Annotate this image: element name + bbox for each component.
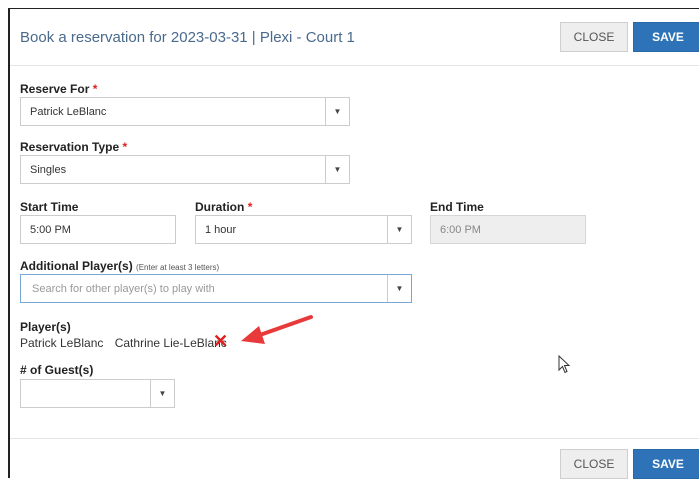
end-time-value: 6:00 PM [440, 223, 481, 236]
reservation-type-value: Singles [30, 163, 67, 176]
start-time-input[interactable]: 5:00 PM [20, 215, 176, 244]
required-mark: * [247, 200, 253, 214]
required-mark: * [92, 82, 98, 96]
mouse-cursor-icon [558, 355, 571, 374]
end-time-label: End Time [430, 200, 484, 214]
caret-down-icon[interactable]: ▼ [387, 216, 411, 243]
duration-value: 1 hour [205, 223, 237, 236]
duration-select[interactable]: 1 hour ▼ [195, 215, 412, 244]
guests-label: # of Guest(s) [20, 363, 94, 377]
additional-players-hint: (Enter at least 3 letters) [136, 263, 220, 272]
reserve-for-label: Reserve For * [20, 82, 98, 96]
players-label: Player(s) [20, 320, 71, 334]
reserve-for-select[interactable]: Patrick LeBlanc ▼ [20, 97, 350, 126]
caret-down-icon[interactable]: ▼ [325, 98, 349, 125]
required-mark: * [122, 140, 128, 154]
player-name: Patrick LeBlanc [20, 336, 104, 350]
guests-select[interactable]: ▼ [20, 379, 175, 408]
modal-title: Book a reservation for 2023-03-31 | Plex… [20, 29, 355, 46]
footer-close-button[interactable]: CLOSE [560, 449, 628, 479]
additional-players-input[interactable]: Search for other player(s) to play with … [20, 274, 412, 303]
start-time-value: 5:00 PM [30, 223, 71, 236]
save-button[interactable]: SAVE [633, 22, 699, 52]
player-name: Cathrine Lie-LeBlanc [114, 336, 227, 350]
players-list: Patrick LeBlanc Cathrine Lie-LeBlanc [20, 336, 235, 350]
footer-save-button[interactable]: SAVE [633, 449, 699, 479]
close-x-icon[interactable]: ✕ [213, 332, 228, 350]
modal-header: Book a reservation for 2023-03-31 | Plex… [10, 9, 699, 66]
caret-down-icon[interactable]: ▼ [150, 380, 174, 407]
caret-down-icon[interactable]: ▼ [387, 275, 411, 302]
caret-down-icon[interactable]: ▼ [325, 156, 349, 183]
duration-label: Duration * [195, 200, 253, 214]
additional-players-label: Additional Player(s) (Enter at least 3 l… [20, 259, 220, 273]
reservation-type-select[interactable]: Singles ▼ [20, 155, 350, 184]
reservation-modal: Book a reservation for 2023-03-31 | Plex… [8, 8, 699, 479]
footer-divider [10, 438, 699, 439]
close-button[interactable]: CLOSE [560, 22, 628, 52]
start-time-label: Start Time [20, 200, 79, 214]
reservation-type-label: Reservation Type * [20, 140, 128, 154]
end-time-input: 6:00 PM [430, 215, 586, 244]
red-arrow-icon [241, 315, 313, 344]
reserve-for-value: Patrick LeBlanc [30, 105, 107, 118]
additional-players-placeholder: Search for other player(s) to play with [32, 282, 215, 295]
